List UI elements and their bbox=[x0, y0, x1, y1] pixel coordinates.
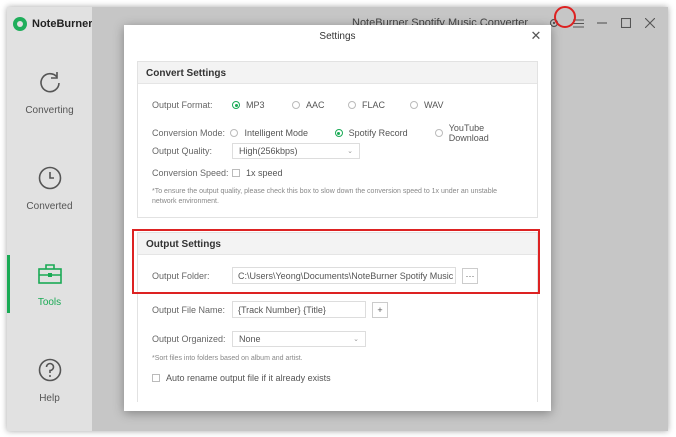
auto-rename-row: Auto rename output file if it already ex… bbox=[152, 373, 343, 383]
output-quality-value: High(256kbps) bbox=[239, 146, 298, 156]
settings-dialog: Settings ✕ Convert Settings Output Forma… bbox=[124, 25, 551, 411]
mode-option-intelligent[interactable]: Intelligent Mode bbox=[230, 128, 322, 138]
sidebar-item-tools[interactable]: Tools bbox=[7, 261, 92, 341]
checkbox-icon bbox=[232, 169, 240, 177]
dialog-title: Settings bbox=[319, 31, 356, 42]
sidebar-item-converting[interactable]: Converting bbox=[7, 69, 92, 149]
gear-highlight-ring bbox=[554, 6, 576, 28]
output-format-row: Output Format: MP3 AAC FLAC WAV bbox=[152, 100, 456, 110]
sidebar-item-label: Converted bbox=[26, 201, 73, 212]
sidebar-item-label: Converting bbox=[25, 105, 74, 116]
close-icon[interactable] bbox=[642, 15, 658, 31]
radio-icon bbox=[292, 101, 300, 109]
output-quality-select[interactable]: High(256kbps) ⌄ bbox=[232, 143, 360, 159]
sidebar: NoteBurner Converting Converted Tools He… bbox=[7, 7, 93, 431]
organize-note: *Sort files into folders based on album … bbox=[152, 355, 303, 362]
section-heading: Convert Settings bbox=[138, 62, 537, 84]
minimize-icon[interactable] bbox=[594, 15, 610, 31]
format-option-aac[interactable]: AAC bbox=[292, 100, 336, 110]
convert-settings-section: Convert Settings Output Format: MP3 AAC … bbox=[137, 61, 538, 218]
radio-icon bbox=[348, 101, 356, 109]
output-organized-label: Output Organized: bbox=[152, 334, 226, 344]
output-organized-value: None bbox=[239, 334, 261, 344]
brand-name: NoteBurner bbox=[32, 18, 93, 30]
output-format-label: Output Format: bbox=[152, 100, 213, 110]
radio-selected-icon bbox=[334, 129, 343, 137]
sidebar-item-label: Help bbox=[39, 393, 60, 404]
output-settings-highlight bbox=[132, 229, 540, 294]
refresh-icon bbox=[39, 72, 60, 93]
output-file-name-field[interactable]: {Track Number} {Title} bbox=[232, 301, 366, 318]
sidebar-item-help[interactable]: Help bbox=[7, 357, 92, 431]
help-icon bbox=[38, 358, 61, 382]
radio-icon bbox=[434, 129, 443, 137]
format-option-flac[interactable]: FLAC bbox=[348, 100, 398, 110]
output-quality-row: Output Quality: High(256kbps) ⌄ bbox=[152, 143, 360, 159]
radio-selected-icon bbox=[232, 101, 240, 109]
conversion-speed-row: Conversion Speed: 1x speed bbox=[152, 168, 295, 178]
sidebar-item-label: Tools bbox=[37, 297, 62, 308]
output-file-name-label: Output File Name: bbox=[152, 304, 226, 315]
speed-checkbox[interactable]: 1x speed bbox=[232, 168, 283, 178]
speed-note: *To ensure the output quality, please ch… bbox=[152, 188, 498, 205]
conversion-mode-row: Conversion Mode: Intelligent Mode Spotif… bbox=[152, 123, 537, 143]
conversion-mode-label: Conversion Mode: bbox=[152, 128, 226, 138]
auto-rename-checkbox[interactable]: Auto rename output file if it already ex… bbox=[152, 373, 331, 383]
toolbox-icon bbox=[37, 264, 62, 284]
maximize-icon[interactable] bbox=[618, 15, 634, 31]
mode-option-spotify-record[interactable]: Spotify Record bbox=[334, 128, 423, 138]
sidebar-item-converted[interactable]: Converted bbox=[7, 165, 92, 245]
clock-icon bbox=[38, 166, 61, 190]
chevron-down-icon: ⌄ bbox=[353, 336, 359, 343]
radio-icon bbox=[410, 101, 418, 109]
checkbox-icon bbox=[152, 374, 160, 382]
mode-option-youtube-download[interactable]: YouTube Download bbox=[434, 123, 525, 143]
noteburner-logo-icon bbox=[13, 17, 27, 31]
output-file-name-row: Output File Name: {Track Number} {Title}… bbox=[152, 301, 388, 318]
output-quality-label: Output Quality: bbox=[152, 146, 213, 156]
conversion-speed-label: Conversion Speed: bbox=[152, 168, 229, 178]
add-tag-button[interactable]: + bbox=[372, 301, 388, 318]
logo: NoteBurner bbox=[13, 17, 93, 31]
format-option-wav[interactable]: WAV bbox=[410, 100, 444, 110]
dialog-close-icon[interactable]: ✕ bbox=[529, 29, 543, 43]
output-organized-select[interactable]: None ⌄ bbox=[232, 331, 366, 347]
chevron-down-icon: ⌄ bbox=[347, 148, 353, 155]
radio-icon bbox=[230, 129, 239, 137]
output-organized-row: Output Organized: None ⌄ bbox=[152, 331, 366, 347]
format-option-mp3[interactable]: MP3 bbox=[232, 100, 280, 110]
